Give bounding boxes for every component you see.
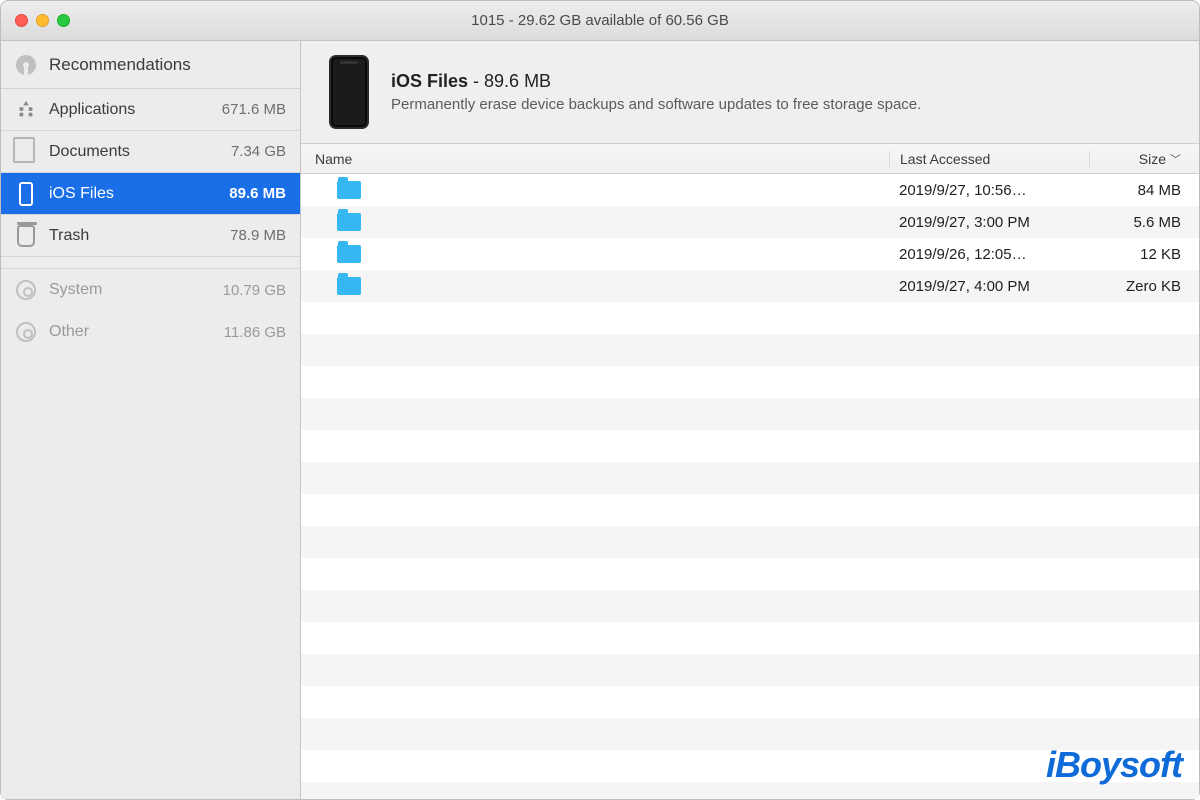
sidebar-item-label: Other [49,323,89,341]
detail-description: Permanently erase device backups and sof… [391,96,921,113]
main-panel: iOS Files - 89.6 MB Permanently erase de… [301,41,1199,799]
sidebar-item-size: 7.34 GB [231,143,286,160]
folder-icon [337,277,361,295]
phone-icon [15,183,37,205]
sidebar-item-recommendations[interactable]: Recommendations [1,41,300,89]
trash-icon [15,225,37,247]
folder-icon [337,245,361,263]
column-header-last-accessed[interactable]: Last Accessed [889,151,1089,167]
window-title: 1015 - 29.62 GB available of 60.56 GB [1,12,1199,29]
disc-icon [15,279,37,301]
sidebar-item-size: 671.6 MB [222,101,286,118]
cell-last-accessed: 2019/9/26, 12:05… [889,246,1089,263]
sidebar-item-size: 89.6 MB [229,185,286,202]
titlebar: 1015 - 29.62 GB available of 60.56 GB [1,1,1199,41]
column-header-name[interactable]: Name [301,151,889,167]
sidebar: Recommendations Applications 671.6 MB Do… [1,41,301,799]
cell-last-accessed: 2019/9/27, 4:00 PM [889,278,1089,295]
sidebar-divider [1,257,300,269]
cell-last-accessed: 2019/9/27, 10:56… [889,182,1089,199]
file-list: 2019/9/27, 10:56… 84 MB 2019/9/27, 3:00 … [301,174,1199,799]
applications-icon [15,99,37,121]
sidebar-item-label: System [49,281,102,299]
sidebar-item-size: 78.9 MB [230,227,286,244]
disc-icon [15,321,37,343]
sidebar-item-documents[interactable]: Documents 7.34 GB [1,131,300,173]
cell-last-accessed: 2019/9/27, 3:00 PM [889,214,1089,231]
sidebar-item-ios-files[interactable]: iOS Files 89.6 MB [1,173,300,215]
sidebar-item-size: 10.79 GB [223,282,286,299]
sidebar-item-trash[interactable]: Trash 78.9 MB [1,215,300,257]
watermark-logo: iBoysoft [1046,744,1182,786]
storage-management-window: 1015 - 29.62 GB available of 60.56 GB Re… [0,0,1200,800]
cell-size: 12 KB [1089,246,1199,263]
bulb-icon [15,54,37,76]
sidebar-item-label: iOS Files [49,185,114,203]
sidebar-item-label: Applications [49,101,135,119]
table-row[interactable]: 2019/9/27, 10:56… 84 MB [301,174,1199,206]
documents-icon [15,141,37,163]
sidebar-item-label: Recommendations [49,55,191,75]
sidebar-item-size: 11.86 GB [224,324,286,341]
iphone-icon [329,55,369,129]
table-row[interactable]: 2019/9/26, 12:05… 12 KB [301,238,1199,270]
sidebar-item-label: Trash [49,227,89,245]
column-headers: Name Last Accessed Size﹀ [301,144,1199,174]
detail-title: iOS Files - 89.6 MB [391,71,921,92]
cell-size: 84 MB [1089,182,1199,199]
sidebar-item-system: System 10.79 GB [1,269,300,311]
sidebar-item-applications[interactable]: Applications 671.6 MB [1,89,300,131]
sidebar-item-label: Documents [49,143,130,161]
sidebar-item-other: Other 11.86 GB [1,311,300,353]
cell-size: 5.6 MB [1089,214,1199,231]
chevron-down-icon: ﹀ [1170,151,1181,167]
folder-icon [337,181,361,199]
detail-header: iOS Files - 89.6 MB Permanently erase de… [301,41,1199,144]
folder-icon [337,213,361,231]
table-row[interactable]: 2019/9/27, 4:00 PM Zero KB [301,270,1199,302]
cell-size: Zero KB [1089,278,1199,295]
table-row[interactable]: 2019/9/27, 3:00 PM 5.6 MB [301,206,1199,238]
column-header-size[interactable]: Size﹀ [1089,151,1199,167]
